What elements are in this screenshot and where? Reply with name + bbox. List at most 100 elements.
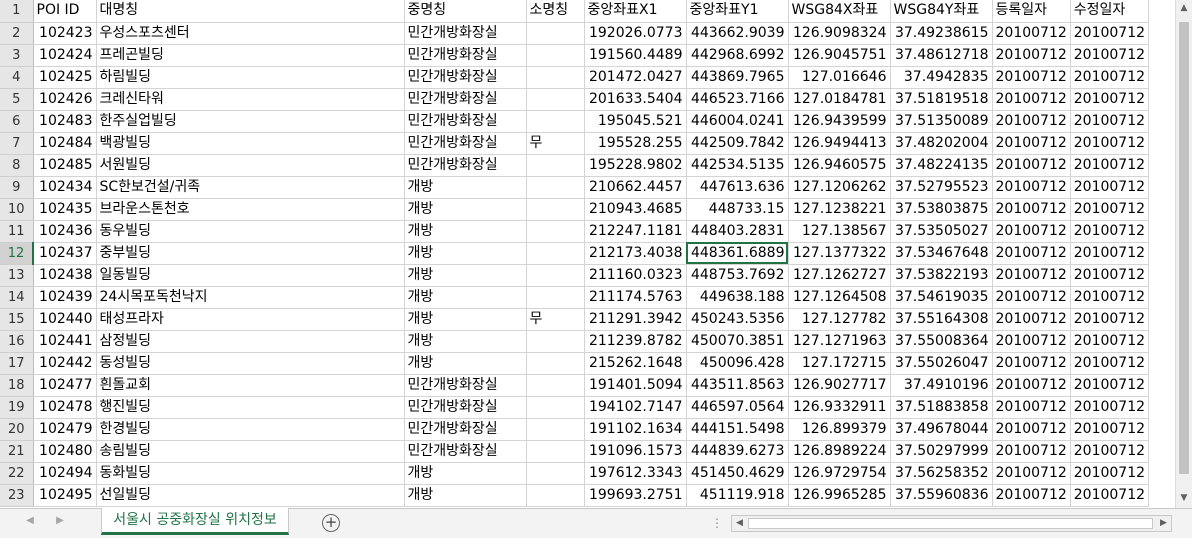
table-cell[interactable]: 20100712 [1070,374,1150,397]
table-cell[interactable]: 민간개방화장실 [404,418,527,441]
table-cell[interactable] [526,462,585,485]
table-cell[interactable]: 민간개방화장실 [404,132,527,155]
table-cell[interactable]: 212247.1181 [584,220,687,243]
row-header[interactable]: 5 [0,88,34,111]
table-cell[interactable] [526,110,585,133]
table-cell[interactable]: 20100712 [992,286,1071,309]
table-cell[interactable]: 127.1377322 [788,242,891,265]
table-cell[interactable]: 동우빌딩 [96,220,405,243]
tab-nav-prev-icon[interactable]: ◀ [22,515,38,526]
table-cell[interactable]: 개방 [404,264,527,287]
table-cell[interactable]: 446004.0241 [686,110,789,133]
table-cell[interactable] [526,264,585,287]
table-cell[interactable]: 442968.6992 [686,44,789,67]
table-cell[interactable]: 개방 [404,308,527,331]
table-cell[interactable]: 선일빌딩 [96,484,405,507]
table-cell[interactable]: 삼정빌딩 [96,330,405,353]
table-cell[interactable]: 37.4910196 [890,374,993,397]
table-cell[interactable]: 127.138567 [788,220,891,243]
scroll-down-icon[interactable]: ▼ [1176,490,1192,506]
tab-nav-next-icon[interactable]: ▶ [52,515,68,526]
row-header[interactable]: 2 [0,22,34,45]
row-header[interactable]: 14 [0,286,34,309]
table-cell[interactable]: 126.9027717 [788,374,891,397]
table-cell[interactable]: 20100712 [1070,132,1150,155]
table-cell[interactable]: 449638.188 [686,286,789,309]
table-cell[interactable]: 126.9439599 [788,110,891,133]
row-header[interactable]: 13 [0,264,34,287]
table-cell[interactable]: 37.53822193 [890,264,993,287]
table-cell[interactable]: 102437 [33,242,97,265]
table-cell[interactable]: 448733.15 [686,198,789,221]
table-cell[interactable]: 127.1238221 [788,198,891,221]
table-cell[interactable]: 민간개방화장실 [404,396,527,419]
table-cell[interactable]: 194102.7147 [584,396,687,419]
column-header-cell[interactable]: 소명칭 [526,0,585,23]
row-header[interactable]: 18 [0,374,34,397]
table-cell[interactable]: 442509.7842 [686,132,789,155]
table-cell[interactable]: 민간개방화장실 [404,66,527,89]
table-cell[interactable]: 126.9965285 [788,484,891,507]
table-cell[interactable]: 20100712 [992,176,1071,199]
table-cell[interactable]: 102480 [33,440,97,463]
table-cell[interactable]: 195228.9802 [584,154,687,177]
table-cell[interactable]: 102484 [33,132,97,155]
table-cell[interactable]: 451119.918 [686,484,789,507]
table-cell[interactable]: 20100712 [992,418,1071,441]
table-cell[interactable]: 20100712 [992,66,1071,89]
table-cell[interactable]: 송림빌딩 [96,440,405,463]
table-cell[interactable]: 한주실업빌딩 [96,110,405,133]
table-cell[interactable]: 동성빌딩 [96,352,405,375]
table-cell[interactable]: 102477 [33,374,97,397]
table-cell[interactable] [526,484,585,507]
table-cell[interactable]: 37.48202004 [890,132,993,155]
table-cell[interactable]: 37.48224135 [890,154,993,177]
table-cell[interactable]: 191102.1634 [584,418,687,441]
table-cell[interactable]: 흰돌교회 [96,374,405,397]
table-cell[interactable]: 개방 [404,462,527,485]
table-cell[interactable]: 20100712 [992,462,1071,485]
table-cell[interactable]: 20100712 [1070,286,1150,309]
table-cell[interactable]: 127.172715 [788,352,891,375]
spreadsheet-grid[interactable]: 1 POI ID 대명칭 중명칭 소명칭 중앙좌표X1 중앙좌표Y1 WSG84X좌표 WSG8… [0,0,1175,508]
horizontal-scroll-thumb[interactable] [748,518,1153,529]
table-cell[interactable]: 20100712 [1070,396,1150,419]
table-cell[interactable]: 37.53803875 [890,198,993,221]
table-cell[interactable]: 37.51819518 [890,88,993,111]
table-cell[interactable] [526,330,585,353]
table-cell[interactable]: 37.55960836 [890,484,993,507]
table-cell[interactable]: 448403.2831 [686,220,789,243]
table-cell[interactable]: 우성스포츠센터 [96,22,405,45]
row-header[interactable]: 1 [0,0,34,23]
row-header[interactable]: 7 [0,132,34,155]
table-cell[interactable]: 20100712 [992,198,1071,221]
table-cell[interactable]: 451450.4629 [686,462,789,485]
table-cell[interactable]: 446597.0564 [686,396,789,419]
table-cell[interactable]: 191096.1573 [584,440,687,463]
row-header[interactable]: 20 [0,418,34,441]
column-header-cell[interactable]: 중명칭 [404,0,527,23]
row-header[interactable]: 3 [0,44,34,67]
table-cell[interactable]: 20100712 [1070,176,1150,199]
table-cell[interactable]: 프레곤빌딩 [96,44,405,67]
table-cell[interactable]: 444151.5498 [686,418,789,441]
table-cell[interactable]: 일동빌딩 [96,264,405,287]
table-cell[interactable]: 37.55026047 [890,352,993,375]
table-cell[interactable]: 102435 [33,198,97,221]
table-cell[interactable]: 210943.4685 [584,198,687,221]
table-cell[interactable]: 20100712 [1070,264,1150,287]
table-cell[interactable]: 20100712 [1070,66,1150,89]
row-header[interactable]: 16 [0,330,34,353]
table-cell[interactable]: 37.56258352 [890,462,993,485]
table-cell[interactable]: 동화빌딩 [96,462,405,485]
table-cell[interactable]: 20100712 [1070,484,1150,507]
table-cell[interactable]: 443662.9039 [686,22,789,45]
table-cell[interactable]: 127.016646 [788,66,891,89]
table-cell[interactable]: 126.9494413 [788,132,891,155]
table-cell[interactable]: 211291.3942 [584,308,687,331]
table-cell[interactable]: 126.899379 [788,418,891,441]
table-cell[interactable]: 20100712 [1070,154,1150,177]
table-cell[interactable] [526,22,585,45]
table-cell[interactable]: 37.53467648 [890,242,993,265]
table-cell[interactable]: 20100712 [992,440,1071,463]
